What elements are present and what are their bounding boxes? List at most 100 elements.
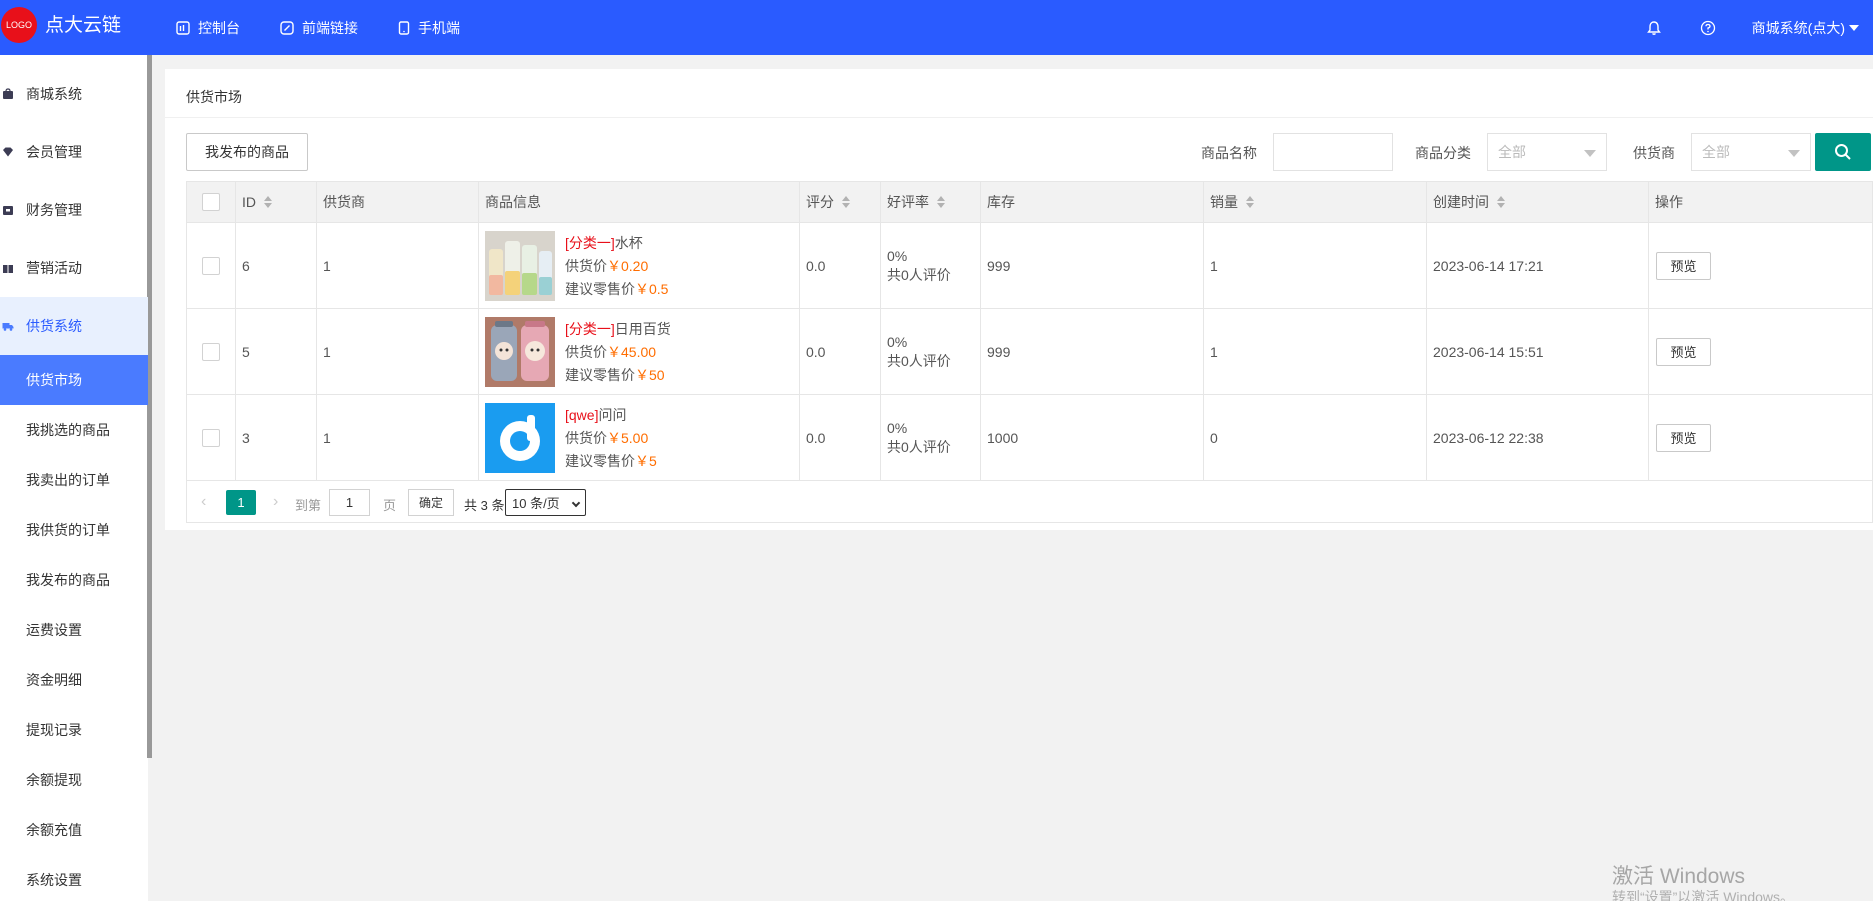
col-sales-label: 销量 bbox=[1210, 194, 1238, 210]
sidebar-sub-sold-orders[interactable]: 我卖出的订单 bbox=[0, 455, 148, 505]
category-select[interactable]: 全部 bbox=[1487, 133, 1607, 171]
sort-icon[interactable] bbox=[1246, 196, 1254, 208]
sort-icon[interactable] bbox=[842, 196, 850, 208]
sidebar-sub-balance-recharge[interactable]: 余额充值 bbox=[0, 805, 148, 855]
col-supplier: 供货商 bbox=[317, 182, 479, 222]
table-row: 5 1 [分类一]日用百货 供货价￥45.00 建议零售价￥50 0.0 0% … bbox=[186, 309, 1873, 395]
product-name-input[interactable] bbox=[1273, 133, 1393, 171]
sidebar-sub-label: 系统设置 bbox=[26, 872, 82, 888]
prev-page-icon[interactable]: ‹ bbox=[201, 493, 213, 511]
chevron-down-icon bbox=[571, 498, 581, 508]
cell-created: 2023-06-12 22:38 bbox=[1427, 395, 1649, 480]
cell-id: 5 bbox=[236, 309, 317, 394]
col-score[interactable]: 评分 bbox=[800, 182, 881, 222]
sidebar-item-mall[interactable]: 商城系统 bbox=[0, 65, 148, 123]
rate-count: 共0人评价 bbox=[887, 438, 951, 455]
nav-mobile[interactable]: 手机端 bbox=[398, 0, 480, 55]
preview-button[interactable]: 预览 bbox=[1656, 423, 1711, 452]
sidebar-sub-funds[interactable]: 资金明细 bbox=[0, 655, 148, 705]
product-image-cups[interactable] bbox=[485, 230, 555, 301]
next-page-icon[interactable]: › bbox=[273, 493, 285, 511]
search-button[interactable] bbox=[1815, 133, 1871, 171]
cell-score: 0.0 bbox=[800, 309, 881, 394]
cell-actions: 预览 bbox=[1649, 395, 1873, 480]
retail-price-label: 建议零售价 bbox=[565, 452, 635, 469]
cell-product-info: [qwe]问问 供货价￥5.00 建议零售价￥5 bbox=[479, 395, 800, 480]
select-all-checkbox[interactable] bbox=[202, 193, 220, 211]
table-row: 3 1 [qwe]问问 供货价￥5.00 建议零售价￥5 0.0 0% 共0人评价… bbox=[186, 395, 1873, 481]
sidebar-sub-system-settings[interactable]: 系统设置 bbox=[0, 855, 148, 901]
sort-icon[interactable] bbox=[937, 196, 945, 208]
my-published-button[interactable]: 我发布的商品 bbox=[186, 133, 308, 171]
col-id[interactable]: ID bbox=[236, 182, 317, 222]
supply-price-label: 供货价 bbox=[565, 429, 607, 446]
goto-confirm-button[interactable]: 确定 bbox=[408, 489, 454, 516]
row-select-cell bbox=[186, 223, 236, 308]
supply-price-line: 供货价￥5.00 bbox=[565, 428, 657, 448]
retail-price-line: 建议零售价￥5 bbox=[565, 451, 657, 471]
header-actions: 商城系统(点大) bbox=[1644, 0, 1873, 55]
cell-supplier: 1 bbox=[317, 223, 479, 308]
top-nav: 控制台 前端链接 手机端 bbox=[176, 0, 500, 55]
sidebar-item-label: 财务管理 bbox=[26, 202, 82, 218]
page-current[interactable]: 1 bbox=[226, 490, 256, 515]
cell-score: 0.0 bbox=[800, 395, 881, 480]
sidebar-sub-supply-market[interactable]: 供货市场 bbox=[0, 355, 148, 405]
sidebar-sub-my-picks[interactable]: 我挑选的商品 bbox=[0, 405, 148, 455]
table-header: ID 供货商 商品信息 评分 好评率 库存 销量 创建时间 操作 bbox=[186, 181, 1873, 223]
sidebar-sub-label: 我卖出的订单 bbox=[26, 472, 110, 488]
sort-icon[interactable] bbox=[1497, 196, 1505, 208]
sidebar-sub-my-published[interactable]: 我发布的商品 bbox=[0, 555, 148, 605]
col-product-info-label: 商品信息 bbox=[485, 194, 541, 210]
col-created[interactable]: 创建时间 bbox=[1427, 182, 1649, 222]
sidebar-item-marketing[interactable]: 营销活动 bbox=[0, 239, 148, 297]
row-checkbox[interactable] bbox=[202, 428, 220, 447]
diamond-icon bbox=[3, 147, 13, 157]
product-title[interactable]: [qwe]问问 bbox=[565, 405, 657, 425]
row-checkbox[interactable] bbox=[202, 342, 220, 361]
preview-button[interactable]: 预览 bbox=[1656, 337, 1711, 366]
nav-frontend-links[interactable]: 前端链接 bbox=[280, 0, 378, 55]
sidebar-item-members[interactable]: 会员管理 bbox=[0, 123, 148, 181]
chevron-down-icon bbox=[1584, 150, 1596, 157]
goto-page-input[interactable]: 1 bbox=[329, 489, 370, 516]
sidebar-item-label: 供货系统 bbox=[26, 318, 82, 334]
bell-icon[interactable] bbox=[1644, 18, 1664, 38]
product-image-daily-goods[interactable] bbox=[485, 316, 555, 387]
sidebar-sub-withdraw-records[interactable]: 提现记录 bbox=[0, 705, 148, 755]
product-info: [分类一]日用百货 供货价￥45.00 建议零售价￥50 bbox=[565, 319, 671, 385]
product-title[interactable]: [分类一]水杯 bbox=[565, 233, 668, 253]
product-title[interactable]: [分类一]日用百货 bbox=[565, 319, 671, 339]
sidebar-sub-supply-orders[interactable]: 我供货的订单 bbox=[0, 505, 148, 555]
retail-price-label: 建议零售价 bbox=[565, 280, 635, 297]
product-image-app-logo[interactable] bbox=[485, 402, 555, 473]
supplier-select[interactable]: 全部 bbox=[1691, 133, 1811, 171]
rate-percent: 0% bbox=[887, 333, 908, 350]
sidebar-sub-label: 我挑选的商品 bbox=[26, 422, 110, 438]
sidebar-sub-label: 运费设置 bbox=[26, 622, 82, 638]
sidebar-sub-balance-withdraw[interactable]: 余额提现 bbox=[0, 755, 148, 805]
sort-icon[interactable] bbox=[264, 196, 272, 208]
sidebar-item-finance[interactable]: 财务管理 bbox=[0, 181, 148, 239]
sidebar-item-supply[interactable]: 供货系统 bbox=[0, 297, 148, 355]
supply-price-label: 供货价 bbox=[565, 343, 607, 360]
sidebar-sub-label: 提现记录 bbox=[26, 722, 82, 738]
cell-created: 2023-06-14 15:51 bbox=[1427, 309, 1649, 394]
cell-actions: 预览 bbox=[1649, 309, 1873, 394]
preview-button[interactable]: 预览 bbox=[1656, 251, 1711, 280]
divider bbox=[165, 117, 1873, 118]
col-sales[interactable]: 销量 bbox=[1204, 182, 1427, 222]
col-score-label: 评分 bbox=[806, 194, 834, 210]
row-checkbox[interactable] bbox=[202, 256, 220, 275]
sidebar-sub-shipping[interactable]: 运费设置 bbox=[0, 605, 148, 655]
rate-count: 共0人评价 bbox=[887, 266, 951, 283]
product-category-tag: [qwe] bbox=[565, 406, 599, 423]
col-rate[interactable]: 好评率 bbox=[881, 182, 981, 222]
nav-mobile-label: 手机端 bbox=[418, 19, 460, 36]
nav-dashboard[interactable]: 控制台 bbox=[176, 0, 260, 55]
help-icon[interactable] bbox=[1698, 18, 1718, 38]
page-size-select[interactable]: 10 条/页 bbox=[505, 489, 586, 516]
user-menu[interactable]: 商城系统(点大) bbox=[1752, 18, 1859, 38]
col-product-info: 商品信息 bbox=[479, 182, 800, 222]
cell-product-info: [分类一]水杯 供货价￥0.20 建议零售价￥0.5 bbox=[479, 223, 800, 308]
